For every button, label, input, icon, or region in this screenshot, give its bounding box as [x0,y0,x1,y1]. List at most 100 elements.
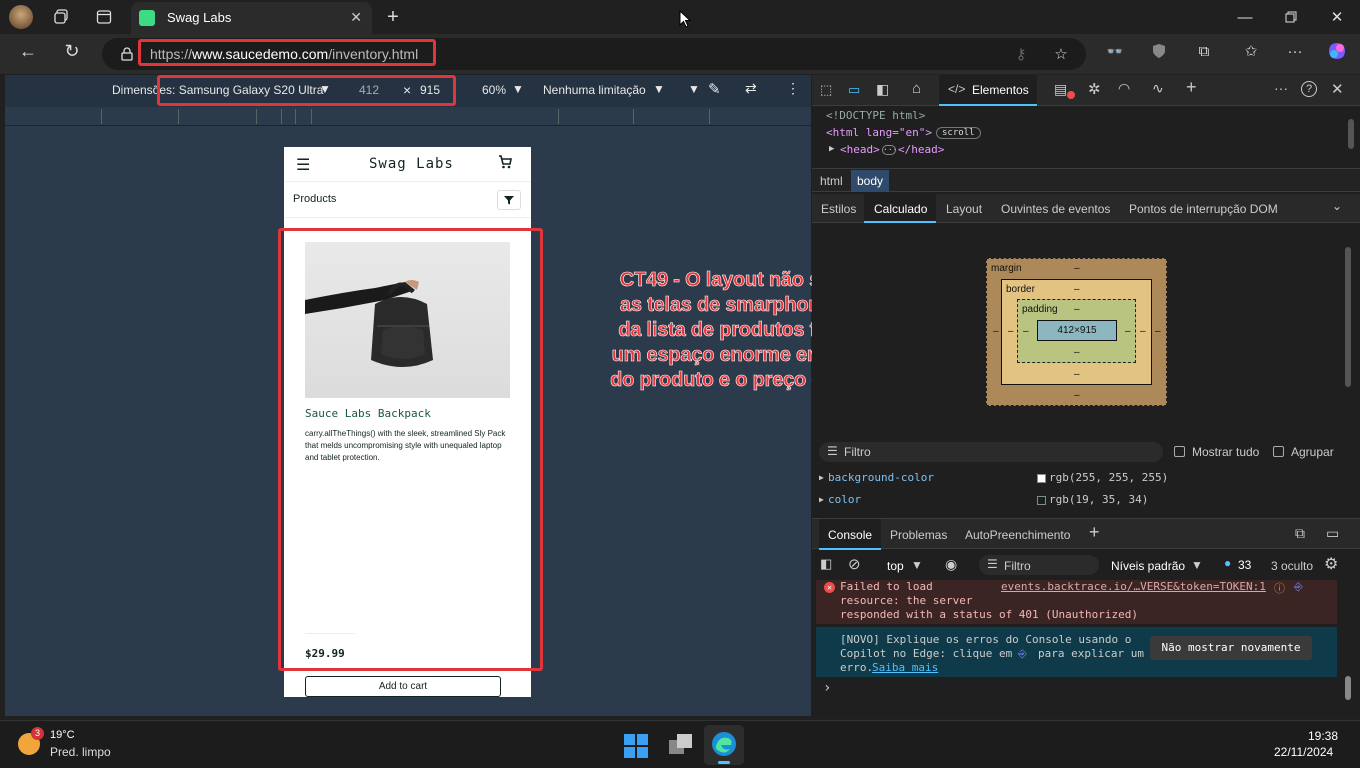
clock-time[interactable]: 19:38 [1308,729,1338,743]
device-emulation-icon[interactable]: ▭ [848,82,860,98]
tab-actions-icon[interactable] [93,6,115,28]
scroll-badge[interactable]: scroll [936,127,981,139]
breadcrumb-body[interactable]: body [851,170,890,192]
clear-console-icon[interactable]: ⊘ [848,555,861,573]
rotate-icon[interactable]: ⇄ [745,80,757,97]
breadcrumb-html[interactable]: html [820,174,843,188]
inspect-icon[interactable]: ⬚ [820,82,832,98]
console-tab-icon[interactable]: ▤ [1054,81,1067,98]
restore-icon[interactable] [1280,6,1302,28]
weather-widget[interactable]: 3 19°C Pred. limpo [16,727,136,763]
color-swatch[interactable] [1037,474,1046,483]
new-tab-icon[interactable]: + [382,6,404,28]
tab-elements[interactable]: </> Elementos [939,75,1037,106]
context-chevron-icon[interactable]: ▼ [911,558,923,572]
add-tool-icon[interactable]: + [1186,77,1197,98]
dock-drawer-icon[interactable]: ⧉ [1295,525,1305,542]
ublock-icon[interactable] [1148,40,1170,62]
show-all-checkbox[interactable] [1174,446,1185,457]
copilot-icon[interactable] [1326,40,1348,62]
network-icon[interactable]: ⓘ [1274,580,1285,596]
computed-row[interactable]: ▶ color rgb(19, 35, 34) [812,491,1342,511]
bug-icon[interactable]: ✲ [1088,80,1101,98]
edge-taskbar-button[interactable] [704,725,744,765]
close-window-icon[interactable]: ✕ [1326,6,1348,28]
home-icon[interactable]: ⌂ [912,80,921,97]
subtab-styles[interactable]: Estilos [821,202,856,216]
back-icon[interactable]: ← [17,40,39,62]
browser-tab[interactable]: Swag Labs ✕ [131,2,372,34]
lock-icon[interactable] [116,43,138,65]
box-border[interactable]: border – – – – padding – – – – 412×915 [1001,279,1152,385]
network-wifi-icon[interactable]: ◠ [1118,80,1130,97]
ellipsis-badge[interactable]: ··· [882,145,897,155]
issues-bubble-icon[interactable]: ● [1224,556,1231,570]
computed-row[interactable]: ▶ background-color rgb(255, 255, 255) [812,469,1342,489]
issues-count[interactable]: 33 [1238,558,1251,572]
dom-scrollbar[interactable] [1348,119,1354,149]
sidebar-toggle-icon[interactable]: ◧ [820,556,832,572]
expand-triangle-icon[interactable]: ▶ [829,144,834,154]
subtab-computed[interactable]: Calculado [864,194,936,223]
extensions-icon[interactable]: ⧉ [1193,40,1215,62]
dock-icon[interactable]: ◧ [876,81,889,98]
drawer-tab-issues[interactable]: Problemas [890,528,947,542]
log-levels-select[interactable]: Níveis padrão [1111,559,1185,573]
dismiss-button[interactable]: Não mostrar novamente [1150,636,1312,660]
close-tab-icon[interactable]: ✕ [350,9,362,26]
throttle-chevron-icon[interactable]: ▼ [653,82,665,96]
minimize-icon[interactable]: — [1234,6,1256,28]
add-to-cart-button[interactable]: Add to cart [305,676,501,697]
live-expression-icon[interactable]: ◉ [945,556,957,573]
group-checkbox[interactable] [1273,446,1284,457]
eyedropper-icon[interactable]: ✎ [708,80,721,98]
favorite-star-icon[interactable]: ☆ [1050,43,1072,65]
subtab-dom-breakpoints[interactable]: Pontos de interrupção DOM [1129,202,1278,216]
dom-doctype[interactable]: <!DOCTYPE html> [826,109,925,122]
computed-scrollbar[interactable] [1345,247,1351,387]
zoom-chevron-icon[interactable]: ▼ [512,82,524,96]
log-levels-chevron-icon[interactable]: ▼ [1191,558,1203,572]
profile-avatar[interactable] [9,5,33,29]
add-drawer-tab-icon[interactable]: + [1089,522,1100,543]
dom-head-node[interactable]: <head> [840,143,880,156]
throttle-select[interactable]: Nenhuma limitação [543,83,646,97]
console-error-message[interactable]: ✕ Failed to load resource: the server re… [816,580,1337,624]
error-source-link[interactable]: events.backtrace.io/…VERSE&token=TOKEN:1 [1001,580,1266,593]
box-padding[interactable]: padding – – – – 412×915 [1017,299,1136,363]
key-icon[interactable]: ⚷ [1010,43,1032,65]
console-prompt[interactable]: › [823,680,831,696]
chevron-down-icon[interactable]: ⌄ [1332,199,1342,213]
context-select[interactable]: top [887,559,904,573]
performance-icon[interactable]: ∿ [1152,80,1164,97]
color-swatch[interactable] [1037,496,1046,505]
subtab-event-listeners[interactable]: Ouvintes de eventos [1001,202,1110,216]
favorites-icon[interactable]: ✩ [1240,40,1262,62]
console-filter-input[interactable]: ☰ Filtro [979,555,1099,575]
group-label[interactable]: Agrupar [1291,445,1334,459]
task-view-icon[interactable] [669,734,693,761]
burger-menu-icon[interactable]: ☰ [296,155,310,175]
more-menu-icon[interactable]: ··· [1284,40,1306,62]
console-settings-icon[interactable]: ⚙ [1324,554,1338,574]
sort-filter-button[interactable] [497,190,521,210]
dom-head-close[interactable]: </head> [898,143,944,156]
box-content[interactable]: 412×915 [1037,320,1117,341]
more-chevron-icon[interactable]: ▼ [688,82,700,96]
drawer-tab-console[interactable]: Console [819,519,881,550]
box-margin[interactable]: margin – – – – border – – – – padding – … [986,258,1167,406]
device-more-icon[interactable]: ⋮ [786,80,800,97]
clock-date[interactable]: 22/11/2024 [1274,745,1333,759]
subtab-layout[interactable]: Layout [946,202,982,216]
reload-icon[interactable]: ↻ [61,40,83,62]
computed-filter-input[interactable]: ☰ Filtro [819,442,1163,462]
learn-more-link[interactable]: Saiba mais [872,661,938,674]
workspaces-icon[interactable] [51,6,73,28]
help-icon[interactable]: ? [1301,81,1317,97]
console-scrollbar[interactable] [1345,676,1351,700]
show-all-label[interactable]: Mostrar tudo [1192,445,1259,459]
zoom-select[interactable]: 60% [482,83,506,97]
close-drawer-icon[interactable]: ▭ [1326,525,1339,542]
dom-html-node[interactable]: <html lang="en"> [826,126,932,139]
windows-start-icon[interactable] [624,734,648,763]
